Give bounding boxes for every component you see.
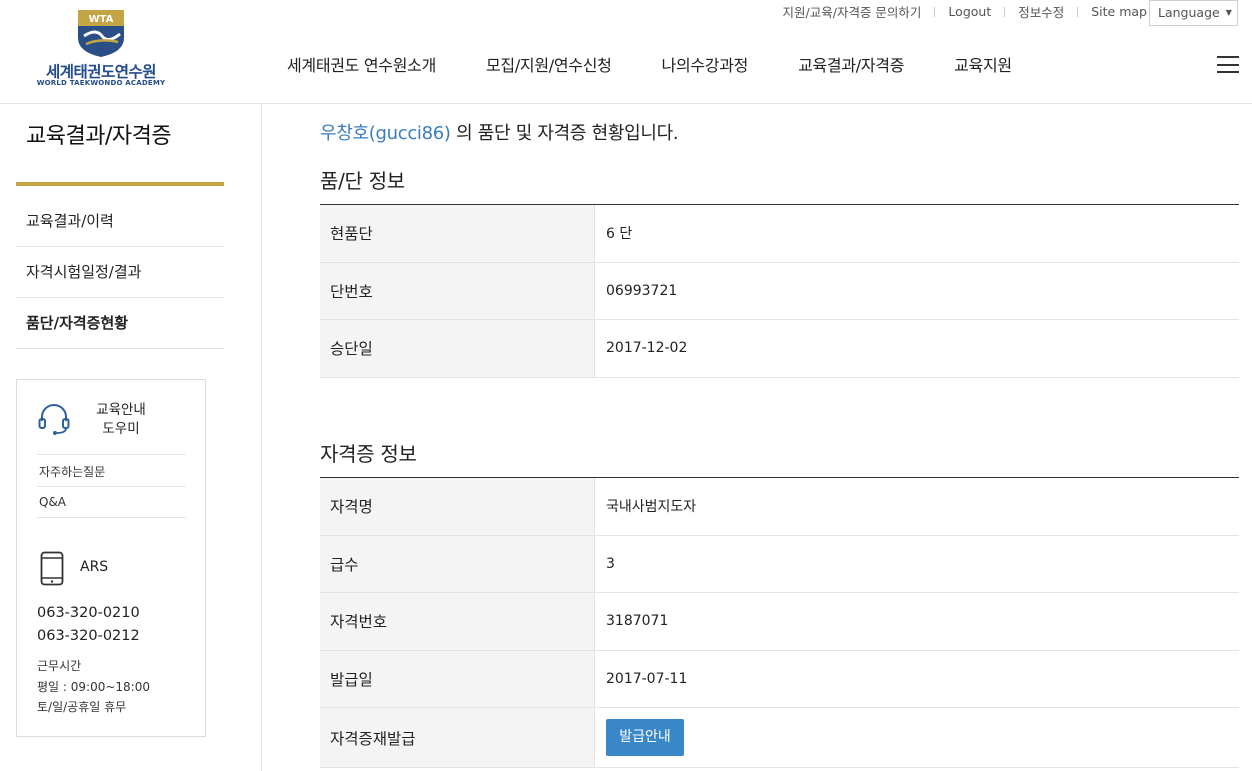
- section-title-license: 자격증 정보: [320, 442, 417, 466]
- sidebar-accent-bar: [16, 182, 224, 186]
- work-hours: 근무시간 평일 : 09:00~18:00 토/일/공휴일 휴무: [37, 656, 150, 718]
- language-select[interactable]: Language ▼: [1149, 0, 1238, 26]
- table-cell: 2017-12-02: [606, 340, 688, 357]
- license-info-table: 자격명 국내사범지도자 급수 3 자격번호 3187071 발급일 2017-0…: [320, 477, 1239, 768]
- table-cell: 2017-07-11: [606, 670, 688, 687]
- nav-item-recruit[interactable]: 모집/지원/연수신청: [486, 52, 612, 78]
- divider: [934, 6, 936, 17]
- sidebar-item-dan-license[interactable]: 품단/자격증현황: [16, 298, 224, 349]
- table-cell: 6 단: [606, 226, 633, 243]
- language-label: Language: [1158, 5, 1220, 20]
- help-link-faq[interactable]: 자주하는질문: [37, 454, 186, 486]
- util-link-sitemap[interactable]: Site map: [1091, 4, 1147, 19]
- hamburger-menu-icon[interactable]: [1217, 56, 1239, 73]
- table-header-cell: 급수: [320, 535, 595, 592]
- table-row: 현품단 6 단: [320, 205, 1239, 263]
- help-box: 교육안내 도우미 자주하는질문 Q&A ARS 063-320-0210 063…: [16, 379, 206, 737]
- reissue-guide-button[interactable]: 발급안내: [606, 719, 684, 756]
- nav-item-support[interactable]: 교육지원: [954, 52, 1012, 78]
- divider: [1077, 6, 1079, 17]
- table-row: 자격증재발급 발급안내: [320, 708, 1239, 768]
- table-header-cell: 자격증재발급: [320, 708, 595, 767]
- ars-label: ARS: [80, 559, 109, 575]
- divider: [1004, 6, 1006, 17]
- site-header: WTA 세계태권도연수원 WORLD TAEKWONDO ACADEMY 지원/…: [0, 0, 1252, 104]
- svg-text:WTA: WTA: [89, 14, 114, 25]
- nav-item-about[interactable]: 세계태권도 연수원소개: [287, 52, 436, 78]
- table-row: 자격명 국내사범지도자: [320, 478, 1239, 536]
- table-row: 단번호 06993721: [320, 262, 1239, 320]
- headset-icon: [38, 404, 70, 435]
- table-header-cell: 자격번호: [320, 593, 595, 650]
- page-intro: 우창호(gucci86) 의 품단 및 자격증 현황입니다.: [320, 119, 679, 145]
- help-links: 자주하는질문 Q&A: [37, 454, 186, 518]
- table-header-cell: 현품단: [320, 205, 595, 262]
- section-title-dan: 품/단 정보: [320, 169, 405, 193]
- logo-name-en: WORLD TAEKWONDO ACADEMY: [36, 79, 166, 87]
- table-cell: 발급안내: [595, 708, 1239, 767]
- table-row: 승단일 2017-12-02: [320, 320, 1239, 378]
- table-header-cell: 발급일: [320, 650, 595, 707]
- table-row: 자격번호 3187071: [320, 593, 1239, 651]
- nav-item-my-courses[interactable]: 나의수강과정: [662, 52, 749, 78]
- mobile-phone-icon: [40, 551, 64, 586]
- table-row: 급수 3: [320, 535, 1239, 593]
- util-link-edit-info[interactable]: 정보수정: [1018, 2, 1064, 21]
- work-hours-title: 근무시간: [37, 659, 82, 673]
- table-cell: 3: [606, 555, 615, 572]
- work-hours-holiday: 토/일/공휴일 휴무: [37, 700, 127, 714]
- util-link-logout[interactable]: Logout: [948, 4, 991, 19]
- intro-text: 의 품단 및 자격증 현황입니다.: [450, 123, 679, 144]
- main-nav: 세계태권도 연수원소개 모집/지원/연수신청 나의수강과정 교육결과/자격증 교…: [262, 52, 1037, 78]
- help-title: 교육안내 도우미: [87, 401, 155, 439]
- divider: [261, 104, 262, 771]
- phone-number: 063-320-0212: [37, 628, 140, 644]
- sidebar-item-edu-history[interactable]: 교육결과/이력: [16, 196, 224, 247]
- table-header-cell: 자격명: [320, 478, 595, 535]
- wta-emblem-icon: WTA: [78, 10, 124, 57]
- table-cell: 06993721: [606, 282, 678, 299]
- nav-item-results[interactable]: 교육결과/자격증: [798, 52, 904, 78]
- table-header-cell: 단번호: [320, 262, 595, 319]
- util-link-inquiry[interactable]: 지원/교육/자격증 문의하기: [783, 2, 922, 21]
- help-link-qna[interactable]: Q&A: [37, 486, 186, 518]
- work-hours-weekday: 평일 : 09:00~18:00: [37, 679, 150, 694]
- sidebar-title: 교육결과/자격증: [26, 124, 172, 149]
- help-title-line2: 도우미: [102, 421, 140, 437]
- dan-info-table: 현품단 6 단 단번호 06993721 승단일 2017-12-02: [320, 204, 1239, 378]
- user-name: 우창호(gucci86): [320, 123, 451, 144]
- table-header-cell: 승단일: [320, 320, 595, 377]
- table-row: 발급일 2017-07-11: [320, 650, 1239, 708]
- sidebar-item-exam-schedule[interactable]: 자격시험일정/결과: [16, 247, 224, 298]
- table-cell: 3187071: [606, 613, 669, 630]
- utility-nav: 지원/교육/자격증 문의하기 Logout 정보수정 Site map: [783, 3, 1147, 20]
- sidebar-menu: 교육결과/이력 자격시험일정/결과 품단/자격증현황: [16, 196, 224, 349]
- phone-numbers: 063-320-0210 063-320-0212: [37, 602, 140, 648]
- logo[interactable]: WTA 세계태권도연수원 WORLD TAEKWONDO ACADEMY: [36, 8, 166, 87]
- caret-down-icon: ▼: [1225, 8, 1232, 17]
- phone-number: 063-320-0210: [37, 605, 140, 621]
- help-title-line1: 교육안내: [96, 402, 146, 418]
- table-cell: 국내사범지도자: [606, 499, 697, 516]
